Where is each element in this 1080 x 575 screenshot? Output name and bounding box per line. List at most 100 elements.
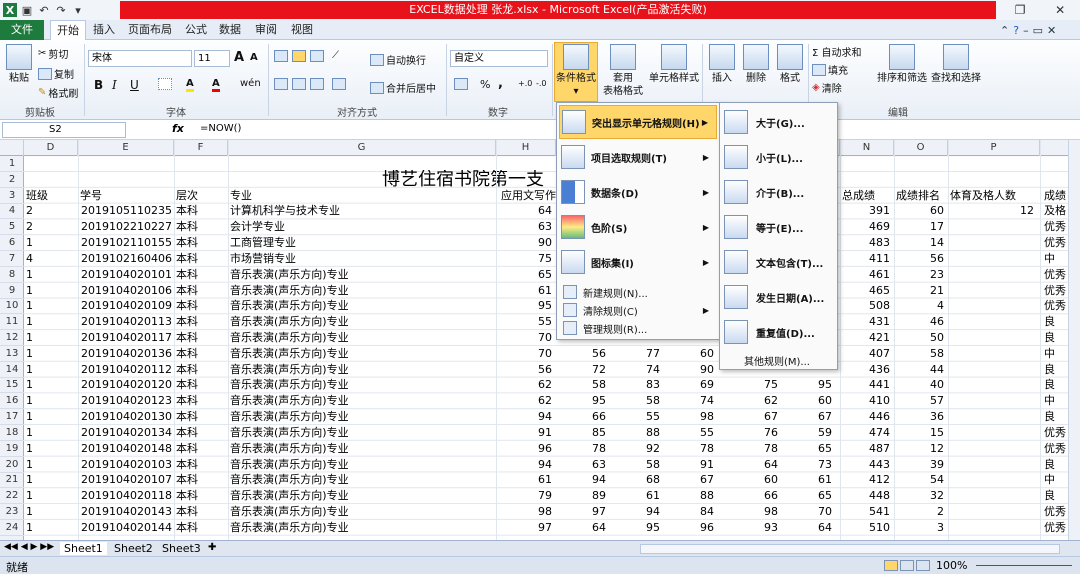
minimize-icon[interactable]: – [1023,24,1029,37]
table-cell[interactable]: 本科 [176,457,228,472]
grow-font-button[interactable]: A [234,50,244,65]
table-cell[interactable]: 487 [842,441,894,456]
table-cell[interactable]: 本科 [176,330,228,345]
table-cell[interactable]: 60 [896,203,948,218]
menu-less-than[interactable]: 小于(L)... [722,140,836,174]
cell-styles-button[interactable]: 单元格样式 [648,44,700,85]
table-cell[interactable]: 2019104020103 [80,457,176,472]
undo-icon[interactable]: ↶ [37,3,51,17]
table-cell[interactable]: 78 [730,441,782,456]
row-header[interactable]: 1 [0,156,24,172]
fill-button[interactable]: 填充 [812,62,848,77]
table-cell[interactable]: 市场营销专业 [230,251,490,266]
row-header[interactable]: 10 [0,298,24,315]
table-cell[interactable]: 77 [610,346,664,361]
menu-highlight-rules[interactable]: 突出显示单元格规则(H) ▶ [559,105,717,139]
table-cell[interactable]: 96 [664,520,718,535]
table-cell[interactable]: 1 [26,267,78,282]
table-cell[interactable]: 本科 [176,283,228,298]
header-cell[interactable]: 学号 [80,188,172,203]
table-cell[interactable]: 441 [842,377,894,392]
table-cell[interactable]: 57 [896,393,948,408]
tab-review[interactable]: 审阅 [254,20,278,40]
table-cell[interactable]: 2019104020118 [80,488,176,503]
table-cell[interactable]: 76 [730,425,782,440]
help-icon[interactable]: ? [1013,24,1019,37]
table-cell[interactable]: 67 [664,472,718,487]
table-cell[interactable]: 良 [1044,488,1068,503]
table-cell[interactable]: 2019104020101 [80,267,176,282]
tab-insert[interactable]: 插入 [92,20,116,40]
find-select-button[interactable]: 查找和选择 [930,44,982,85]
table-cell[interactable]: 410 [842,393,894,408]
table-cell[interactable]: 96 [496,441,556,456]
font-color-button[interactable]: A [212,78,220,92]
zoom-level[interactable]: 100% [936,559,967,572]
format-painter-button[interactable]: ✎ 格式刷 [38,85,78,100]
table-cell[interactable]: 1 [26,314,78,329]
header-cell[interactable]: 层次 [176,188,228,203]
table-cell[interactable]: 1 [26,472,78,487]
table-cell[interactable]: 83 [610,377,664,392]
table-cell[interactable]: 55 [610,409,664,424]
table-cell[interactable]: 391 [842,203,894,218]
table-cell[interactable]: 62 [496,393,556,408]
align-top-button[interactable] [274,50,288,62]
decrease-decimal-button[interactable]: -.0 [536,79,547,88]
table-cell[interactable]: 2 [26,203,78,218]
table-cell[interactable]: 65 [784,441,836,456]
sort-filter-button[interactable]: 排序和筛选 [876,44,928,85]
table-cell[interactable]: 音乐表演(声乐方向)专业 [230,520,490,535]
table-cell[interactable]: 54 [896,472,948,487]
menu-greater-than[interactable]: 大于(G)... [722,105,836,139]
row-header[interactable]: 18 [0,425,24,441]
font-size-select[interactable]: 11 [194,50,230,67]
delete-cells-button[interactable]: 删除 [740,44,772,85]
table-cell[interactable]: 94 [496,409,556,424]
table-cell[interactable]: 98 [730,504,782,519]
table-cell[interactable]: 60 [730,472,782,487]
sheet-nav-icons[interactable]: ◀◀ ◀ ▶ ▶▶ [4,542,54,552]
table-cell[interactable]: 2019104020143 [80,504,176,519]
table-cell[interactable]: 音乐表演(声乐方向)专业 [230,441,490,456]
table-cell[interactable]: 2019104020107 [80,472,176,487]
table-cell[interactable]: 1 [26,330,78,345]
table-cell[interactable]: 56 [556,346,610,361]
table-cell[interactable]: 2019105110235 [80,203,176,218]
table-cell[interactable]: 优秀 [1044,235,1068,250]
insert-function-icon[interactable]: fx [172,122,188,135]
table-cell[interactable]: 1 [26,457,78,472]
table-cell[interactable]: 良 [1044,362,1068,377]
table-cell[interactable]: 1 [26,235,78,250]
menu-equal-to[interactable]: 等于(E)... [722,210,836,244]
table-cell[interactable]: 本科 [176,314,228,329]
row-header[interactable]: 3 [0,188,24,204]
table-cell[interactable]: 436 [842,362,894,377]
header-cell[interactable]: 体育及格人数 [950,188,1042,203]
table-cell[interactable]: 90 [664,362,718,377]
row-header[interactable]: 24 [0,520,24,536]
table-cell[interactable]: 58 [610,457,664,472]
shrink-font-button[interactable]: A [250,52,258,63]
tab-data[interactable]: 数据 [218,20,242,40]
normal-view-icon[interactable] [884,560,898,571]
table-cell[interactable]: 465 [842,283,894,298]
menu-manage-rules[interactable]: 管理规则(R)... [559,319,717,337]
table-cell[interactable]: 本科 [176,504,228,519]
align-left-button[interactable] [274,78,288,90]
table-cell[interactable]: 4 [896,298,948,313]
table-cell[interactable]: 本科 [176,409,228,424]
header-cell[interactable]: 总成绩 [842,188,894,203]
table-cell[interactable]: 85 [556,425,610,440]
table-cell[interactable]: 中 [1044,472,1068,487]
table-cell[interactable]: 95 [556,393,610,408]
clear-button[interactable]: ◈ 清除 [812,80,842,95]
table-cell[interactable]: 优秀 [1044,520,1068,535]
menu-data-bars[interactable]: 数据条(D) ▶ [559,175,717,209]
table-cell[interactable]: 510 [842,520,894,535]
table-cell[interactable]: 14 [896,235,948,250]
table-cell[interactable]: 92 [610,441,664,456]
row-header[interactable]: 13 [0,346,24,362]
table-cell[interactable]: 2019104020144 [80,520,176,535]
table-cell[interactable]: 音乐表演(声乐方向)专业 [230,283,490,298]
